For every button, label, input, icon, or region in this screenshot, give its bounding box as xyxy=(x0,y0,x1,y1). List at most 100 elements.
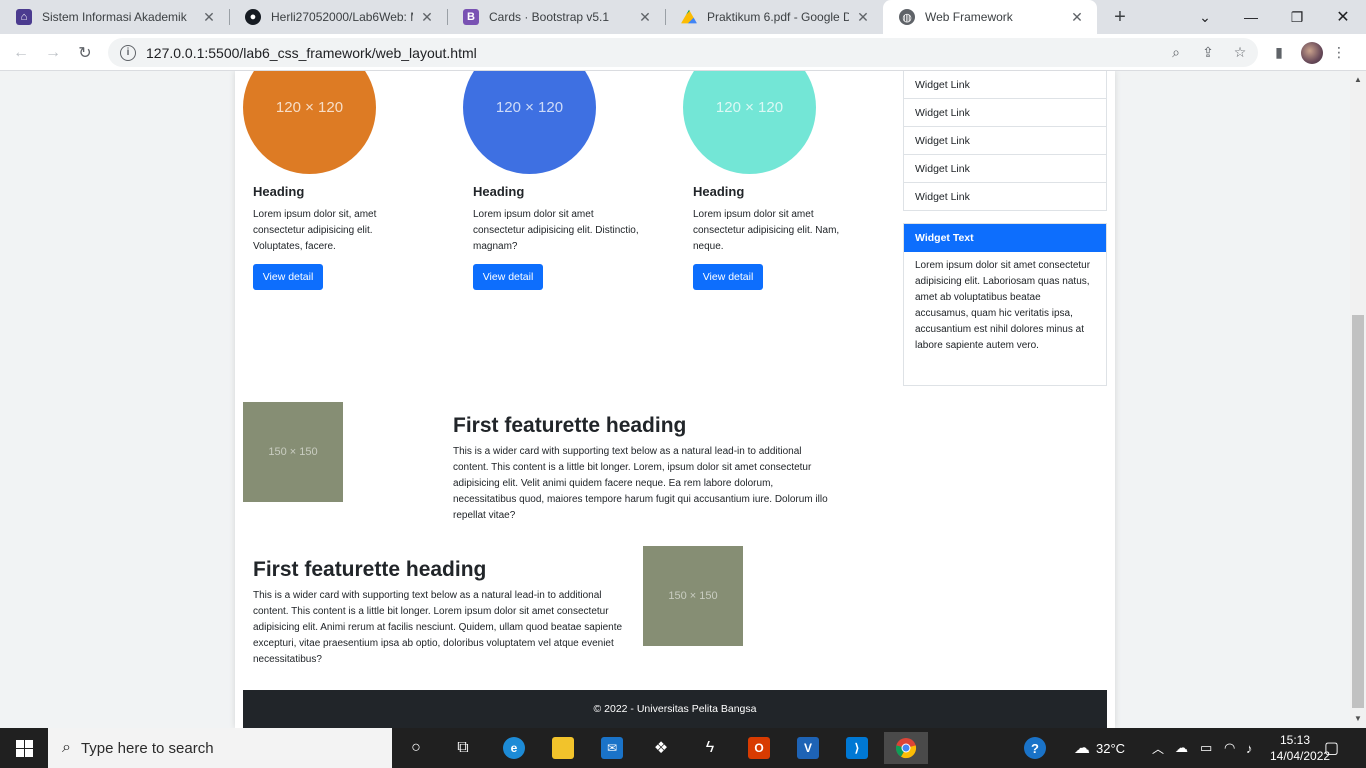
featurette-heading: First featurette heading xyxy=(253,558,487,581)
tab-web-framework[interactable]: ◍ Web Framework ✕ xyxy=(883,0,1097,34)
search-icon: ⌕ xyxy=(62,739,71,756)
show-hidden-icons[interactable]: ︿ xyxy=(1152,728,1164,768)
site-info-icon[interactable]: i xyxy=(120,44,136,61)
featurette-image-placeholder: 150 × 150 xyxy=(643,546,743,646)
github-icon: ● xyxy=(245,9,261,25)
page-container: 120 × 120 Heading Lorem ipsum dolor sit,… xyxy=(235,71,1115,728)
widget-link-list: Widget Link Widget Link Widget Link Widg… xyxy=(903,71,1107,211)
view-detail-button[interactable]: View detail xyxy=(473,264,543,290)
profile-avatar[interactable] xyxy=(1301,42,1323,64)
widget-text-body: Lorem ipsum dolor sit amet consectetur a… xyxy=(915,260,1091,351)
vpn-icon[interactable]: V xyxy=(786,732,830,764)
windows-taskbar: ⌕ Type here to search ○ ⧉ e ✉ ❖ ϟ O V ⟩ … xyxy=(0,728,1366,768)
zoom-icon[interactable]: ⌕ xyxy=(1166,42,1186,62)
featurette-text: This is a wider card with supporting tex… xyxy=(453,446,828,521)
weather-widget[interactable]: ☁ 32°C xyxy=(1074,728,1125,768)
search-placeholder: Type here to search xyxy=(80,739,214,757)
scroll-thumb[interactable] xyxy=(1352,315,1364,708)
featurette-image-placeholder: 150 × 150 xyxy=(243,402,343,502)
edge-icon[interactable]: e xyxy=(492,732,536,764)
globe-icon: ◍ xyxy=(899,9,915,25)
card-image-placeholder: 120 × 120 xyxy=(463,71,596,174)
app-icon[interactable]: ϟ xyxy=(688,732,732,764)
file-explorer-icon[interactable] xyxy=(541,732,585,764)
address-bar[interactable]: i 127.0.0.1:5500/lab6_css_framework/web_… xyxy=(108,38,1258,67)
tab-title: Web Framework xyxy=(925,10,1013,24)
browser-tab-strip: ⌂ Sistem Informasi Akademik ✕ ● Herli270… xyxy=(0,0,1366,34)
widget-text-title: Widget Text xyxy=(904,224,1106,252)
card-text: Lorem ipsum dolor sit amet consectetur a… xyxy=(473,209,639,252)
clock-date: 14/04/2022 xyxy=(1270,749,1331,763)
widget-link[interactable]: Widget Link xyxy=(903,183,1107,211)
view-detail-button[interactable]: View detail xyxy=(253,264,323,290)
page-footer: © 2022 - Universitas Pelita Bangsa xyxy=(243,690,1107,728)
onedrive-icon[interactable]: ☁ xyxy=(1175,728,1188,768)
widget-link[interactable]: Widget Link xyxy=(903,127,1107,155)
tab-title: Sistem Informasi Akademik xyxy=(42,10,187,24)
close-icon[interactable]: ✕ xyxy=(637,9,653,26)
system-clock[interactable]: 15:13 14/04/2022 xyxy=(1270,732,1331,764)
close-icon[interactable]: ✕ xyxy=(855,9,871,26)
close-icon[interactable]: ✕ xyxy=(1069,9,1085,26)
bookmark-star-icon[interactable]: ☆ xyxy=(1230,42,1250,62)
widget-link[interactable]: Widget Link xyxy=(903,71,1107,99)
url-text: 127.0.0.1:5500/lab6_css_framework/web_la… xyxy=(146,44,477,61)
tab-github[interactable]: ● Herli27052000/Lab6Web: Ma ✕ xyxy=(229,0,447,34)
office-icon[interactable]: O xyxy=(737,732,781,764)
card-image-placeholder: 120 × 120 xyxy=(683,71,816,174)
notification-center-icon[interactable]: ▢ xyxy=(1324,728,1339,768)
restore-button[interactable]: ❐ xyxy=(1274,0,1320,34)
google-drive-icon xyxy=(681,9,697,24)
task-view-icon[interactable]: ⧉ xyxy=(441,732,485,764)
card-text: Lorem ipsum dolor sit amet consectetur a… xyxy=(693,209,840,252)
tab-title: Praktikum 6.pdf - Google Dri xyxy=(707,10,849,24)
cortana-icon[interactable]: ○ xyxy=(394,732,438,764)
reload-button[interactable]: ↻ xyxy=(72,40,98,66)
browser-toolbar: ← → ↻ i 127.0.0.1:5500/lab6_css_framewor… xyxy=(0,34,1366,71)
featurette-text: This is a wider card with supporting tex… xyxy=(253,590,623,665)
back-button[interactable]: ← xyxy=(8,40,34,66)
wifi-icon[interactable]: ◠ xyxy=(1224,728,1235,768)
tab-title: Cards · Bootstrap v5.1 xyxy=(489,10,610,24)
chrome-icon[interactable] xyxy=(884,732,928,764)
start-button[interactable] xyxy=(0,728,48,768)
widget-text-panel: Widget Text Lorem ipsum dolor sit amet c… xyxy=(903,223,1107,386)
share-icon[interactable]: ⇪ xyxy=(1198,42,1218,62)
volume-icon[interactable]: ♪ xyxy=(1246,728,1253,768)
tab-search-button[interactable]: ⌄ xyxy=(1182,0,1228,34)
windows-logo-icon xyxy=(15,739,33,757)
dropbox-icon[interactable]: ❖ xyxy=(639,732,683,764)
temperature: 32°C xyxy=(1096,740,1126,756)
vscode-icon[interactable]: ⟩ xyxy=(835,732,879,764)
view-detail-button[interactable]: View detail xyxy=(693,264,763,290)
scroll-up-arrow[interactable]: ▲ xyxy=(1350,73,1366,87)
card-heading: Heading xyxy=(253,184,305,199)
close-icon[interactable]: ✕ xyxy=(201,9,217,26)
page-viewport: 120 × 120 Heading Lorem ipsum dolor sit,… xyxy=(0,71,1350,728)
battery-icon[interactable]: ▭ xyxy=(1200,728,1212,768)
scroll-down-arrow[interactable]: ▼ xyxy=(1350,712,1366,726)
forward-button[interactable]: → xyxy=(40,40,66,66)
widget-link[interactable]: Widget Link xyxy=(903,155,1107,183)
close-icon[interactable]: ✕ xyxy=(419,9,435,26)
minimize-button[interactable]: — xyxy=(1228,0,1274,34)
page-scrollbar[interactable]: ▲ ▼ xyxy=(1350,71,1366,728)
tab-bootstrap-cards[interactable]: B Cards · Bootstrap v5.1 ✕ xyxy=(447,0,665,34)
tab-google-drive[interactable]: Praktikum 6.pdf - Google Dri ✕ xyxy=(665,0,883,34)
card-text: Lorem ipsum dolor sit, amet consectetur … xyxy=(253,209,377,252)
mail-icon[interactable]: ✉ xyxy=(590,732,634,764)
new-tab-button[interactable]: + xyxy=(1108,5,1132,29)
menu-kebab-icon[interactable]: ⋮ xyxy=(1329,42,1349,62)
card-heading: Heading xyxy=(473,184,525,199)
side-panel-icon[interactable]: ▮ xyxy=(1269,42,1289,62)
tab-sistem-informasi[interactable]: ⌂ Sistem Informasi Akademik ✕ xyxy=(0,0,229,34)
help-icon[interactable]: ? xyxy=(1024,728,1046,768)
card-heading: Heading xyxy=(693,184,745,199)
featurette-heading: First featurette heading xyxy=(453,414,687,437)
cloud-rain-icon: ☁ xyxy=(1074,740,1090,757)
university-icon: ⌂ xyxy=(16,9,32,25)
widget-link[interactable]: Widget Link xyxy=(903,99,1107,127)
chrome-logo-icon xyxy=(895,738,917,759)
taskbar-search-box[interactable]: ⌕ Type here to search xyxy=(48,728,392,768)
close-window-button[interactable]: ✕ xyxy=(1320,0,1366,34)
